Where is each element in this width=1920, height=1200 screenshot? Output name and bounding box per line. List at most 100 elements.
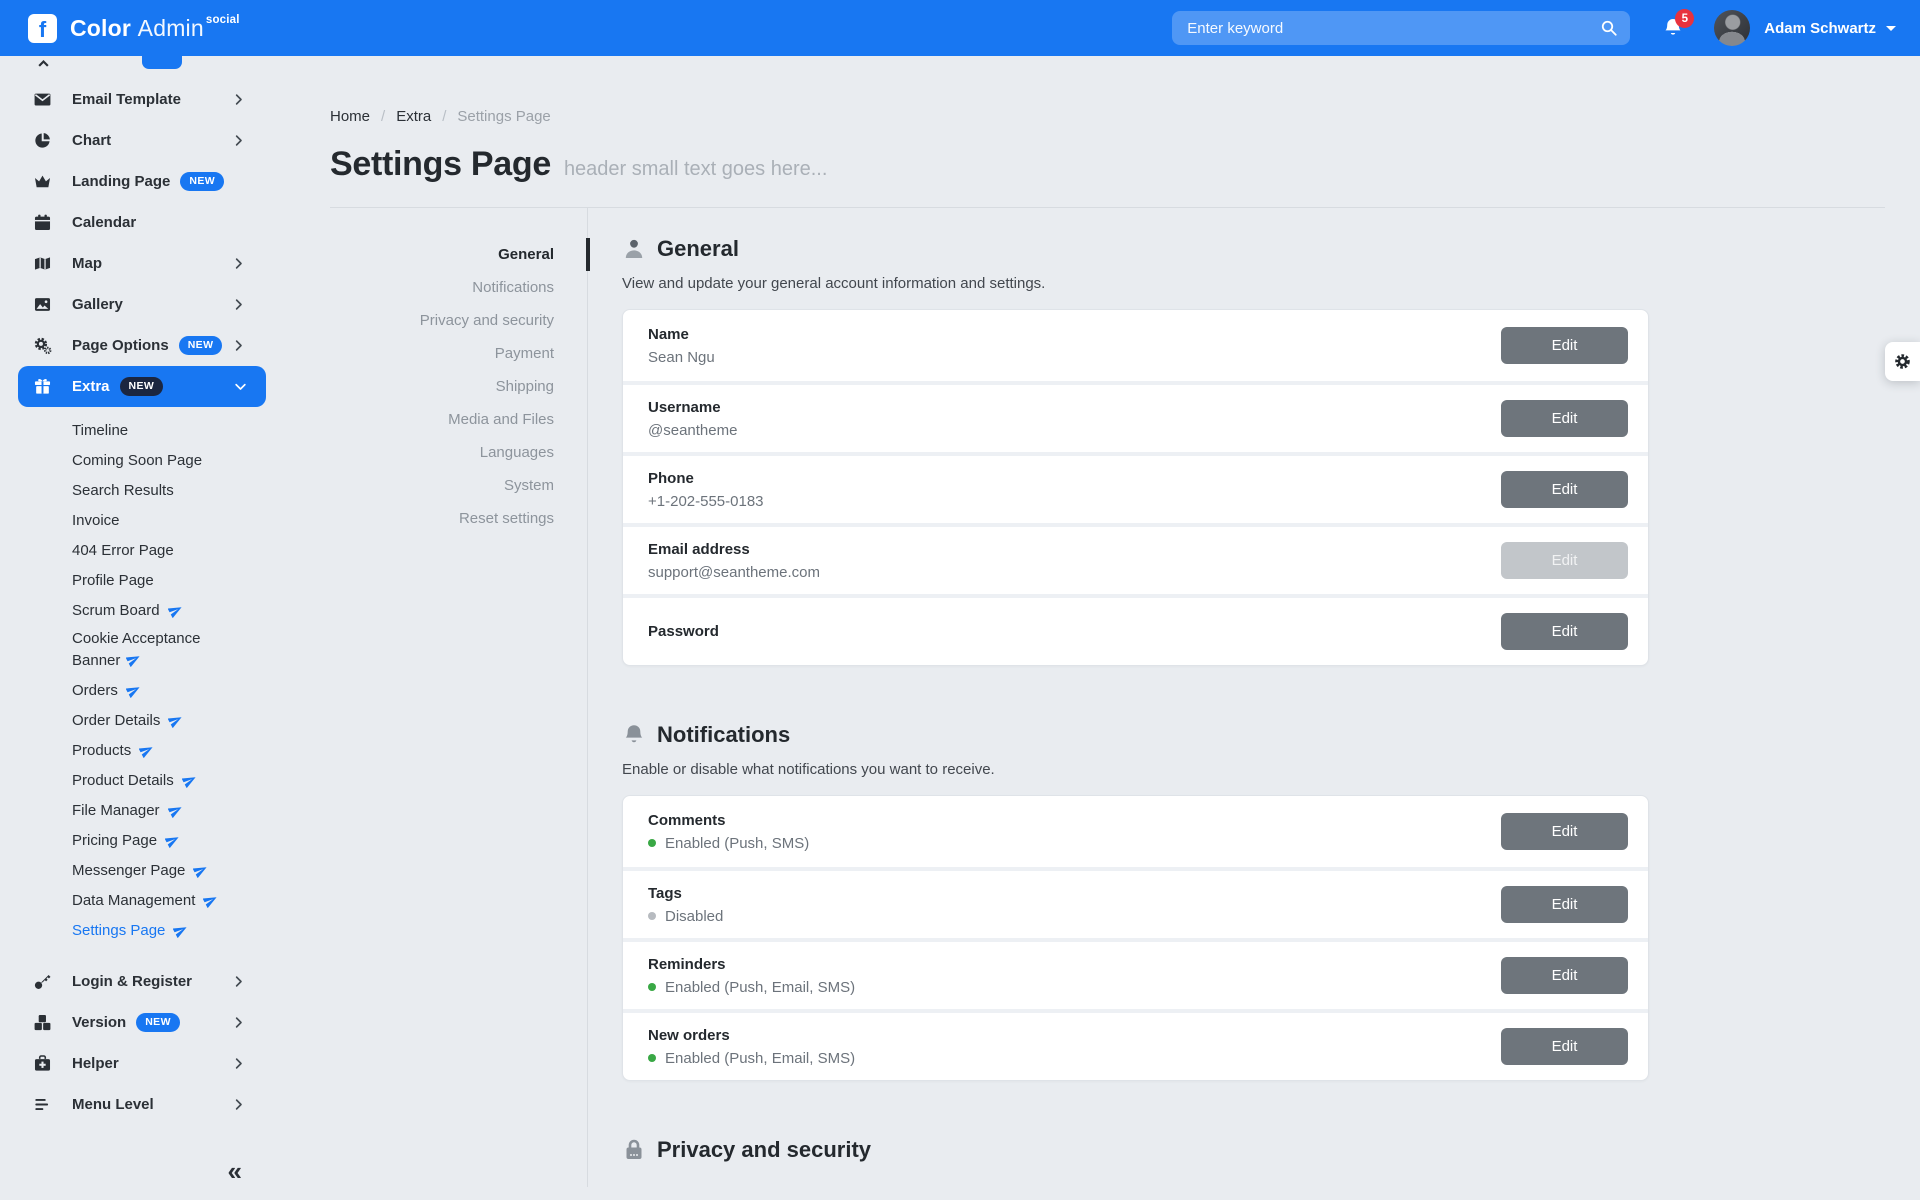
edit-email-button[interactable]: Edit: [1501, 542, 1628, 579]
edit-tags-button[interactable]: Edit: [1501, 886, 1628, 923]
user-menu[interactable]: Adam Schwartz: [1764, 20, 1876, 37]
sidebar-item-gallery[interactable]: Gallery: [0, 284, 270, 325]
envelope-icon: [33, 90, 55, 109]
chevron-right-icon: [231, 974, 246, 989]
app-logo[interactable]: f Color Adminsocial: [28, 14, 238, 43]
sidebar-subitem-pricing-page[interactable]: Pricing Page: [0, 825, 270, 855]
paper-plane-icon: [193, 863, 208, 878]
row-label: Phone: [648, 470, 1501, 487]
avatar[interactable]: [1714, 10, 1750, 46]
sidebar-subitem-data-management[interactable]: Data Management: [0, 885, 270, 915]
section-title: General: [657, 236, 739, 262]
sidebar-item-label: Helper: [72, 1055, 119, 1072]
subitem-label: Timeline: [72, 422, 128, 439]
row-text: Tags Disabled: [648, 885, 1501, 925]
theme-settings-button[interactable]: [1885, 342, 1920, 381]
sidebar-subitem-cookie-acceptance-banner[interactable]: Cookie Acceptance Banner: [0, 625, 240, 675]
settings-nav-media-and-files[interactable]: Media and Files: [330, 403, 587, 436]
search-input[interactable]: [1187, 20, 1600, 37]
row-label: Comments: [648, 812, 1501, 829]
sidebar-item-map[interactable]: Map: [0, 243, 270, 284]
subitem-label: Invoice: [72, 512, 120, 529]
chevron-right-icon: [231, 338, 246, 353]
edit-reminders-button[interactable]: Edit: [1501, 957, 1628, 994]
row-text: Username @seantheme: [648, 399, 1501, 439]
edit-phone-button[interactable]: Edit: [1501, 471, 1628, 508]
new-badge: NEW: [120, 377, 164, 396]
sidebar-item-menu-level[interactable]: Menu Level: [0, 1084, 270, 1125]
sidebar-subitem-order-details[interactable]: Order Details: [0, 705, 270, 735]
page-subtitle: header small text goes here...: [564, 158, 827, 181]
sidebar-item-label: Menu Level: [72, 1096, 154, 1113]
sidebar-subitem-search-results[interactable]: Search Results: [0, 475, 270, 505]
settings-nav-payment[interactable]: Payment: [330, 337, 587, 370]
sidebar-item-login-register[interactable]: Login & Register: [0, 961, 270, 1002]
sidebar-item-helper[interactable]: Helper: [0, 1043, 270, 1084]
sidebar-item-extra[interactable]: Extra NEW: [18, 366, 266, 407]
brand-light: Admin: [138, 15, 204, 41]
status-text: Disabled: [665, 908, 723, 925]
edit-password-button[interactable]: Edit: [1501, 613, 1628, 650]
sidebar-subitem-file-manager[interactable]: File Manager: [0, 795, 270, 825]
sidebar-item-calendar[interactable]: Calendar: [0, 202, 270, 243]
setting-row-new-orders: New orders Enabled (Push, Email, SMS) Ed…: [623, 1009, 1648, 1080]
general-card: Name Sean Ngu Edit Username @seantheme E…: [622, 309, 1649, 666]
subitem-label: Scrum Board: [72, 602, 160, 619]
first-aid-icon: [33, 1054, 55, 1073]
search-icon[interactable]: [1600, 19, 1618, 37]
sidebar-item-chart[interactable]: Chart: [0, 120, 270, 161]
sidebar-collapse-button[interactable]: «: [228, 1158, 242, 1184]
sidebar-item-landing-page[interactable]: Landing Page NEW: [0, 161, 270, 202]
settings-nav-privacy-and-security[interactable]: Privacy and security: [330, 304, 587, 337]
notifications-button[interactable]: 5: [1662, 17, 1684, 39]
edit-new-orders-button[interactable]: Edit: [1501, 1028, 1628, 1065]
chevron-down-icon: [233, 379, 248, 394]
sidebar-subitem-orders[interactable]: Orders: [0, 675, 270, 705]
subitem-label: Data Management: [72, 892, 195, 909]
settings-nav: General Notifications Privacy and securi…: [330, 208, 588, 1187]
settings-nav-reset-settings[interactable]: Reset settings: [330, 502, 587, 535]
settings-nav-shipping[interactable]: Shipping: [330, 370, 587, 403]
sidebar-subitem-messenger-page[interactable]: Messenger Page: [0, 855, 270, 885]
edit-name-button[interactable]: Edit: [1501, 327, 1628, 364]
breadcrumb-extra[interactable]: Extra: [396, 108, 431, 125]
subitem-label: File Manager: [72, 802, 160, 819]
setting-row-phone: Phone +1-202-555-0183 Edit: [623, 452, 1648, 523]
subitem-label: Messenger Page: [72, 862, 185, 879]
settings-nav-system[interactable]: System: [330, 469, 587, 502]
settings-nav-languages[interactable]: Languages: [330, 436, 587, 469]
sidebar-subitem-products[interactable]: Products: [0, 735, 270, 765]
sidebar-subitem-invoice[interactable]: Invoice: [0, 505, 270, 535]
breadcrumb-separator: /: [442, 108, 446, 125]
row-value: @seantheme: [648, 422, 1501, 439]
settings-content: General Notifications Privacy and securi…: [330, 207, 1885, 1187]
status-dot-enabled: [648, 983, 656, 991]
settings-nav-notifications[interactable]: Notifications: [330, 271, 587, 304]
section-general-header: General: [622, 236, 1885, 262]
breadcrumb-current: Settings Page: [457, 108, 550, 125]
status-text: Enabled (Push, Email, SMS): [665, 1050, 855, 1067]
row-label: Username: [648, 399, 1501, 416]
settings-nav-general[interactable]: General: [330, 238, 587, 271]
subitem-label: Pricing Page: [72, 832, 157, 849]
row-value: Sean Ngu: [648, 349, 1501, 366]
sidebar-subitem-settings-page[interactable]: Settings Page: [0, 915, 270, 945]
subitem-label: 404 Error Page: [72, 542, 174, 559]
subitem-label: Settings Page: [72, 922, 165, 939]
edit-comments-button[interactable]: Edit: [1501, 813, 1628, 850]
sidebar-subitem-coming-soon-page[interactable]: Coming Soon Page: [0, 445, 270, 475]
edit-username-button[interactable]: Edit: [1501, 400, 1628, 437]
breadcrumb-home[interactable]: Home: [330, 108, 370, 125]
sidebar-item-email-template[interactable]: Email Template: [0, 79, 270, 120]
row-text: Email address support@seantheme.com: [648, 541, 1501, 581]
sidebar-item-version[interactable]: Version NEW: [0, 1002, 270, 1043]
sidebar-item-label: Chart: [72, 132, 111, 149]
sidebar-subitem-profile-page[interactable]: Profile Page: [0, 565, 270, 595]
sidebar-subitem-product-details[interactable]: Product Details: [0, 765, 270, 795]
sidebar-subitem-timeline[interactable]: Timeline: [0, 415, 270, 445]
sidebar-subitem-scrum-board[interactable]: Scrum Board: [0, 595, 270, 625]
sidebar-subitem-404-error-page[interactable]: 404 Error Page: [0, 535, 270, 565]
facebook-logo-icon: f: [28, 14, 57, 43]
sidebar-item-page-options[interactable]: Page Options NEW: [0, 325, 270, 366]
brand-bold: Color: [70, 15, 131, 41]
